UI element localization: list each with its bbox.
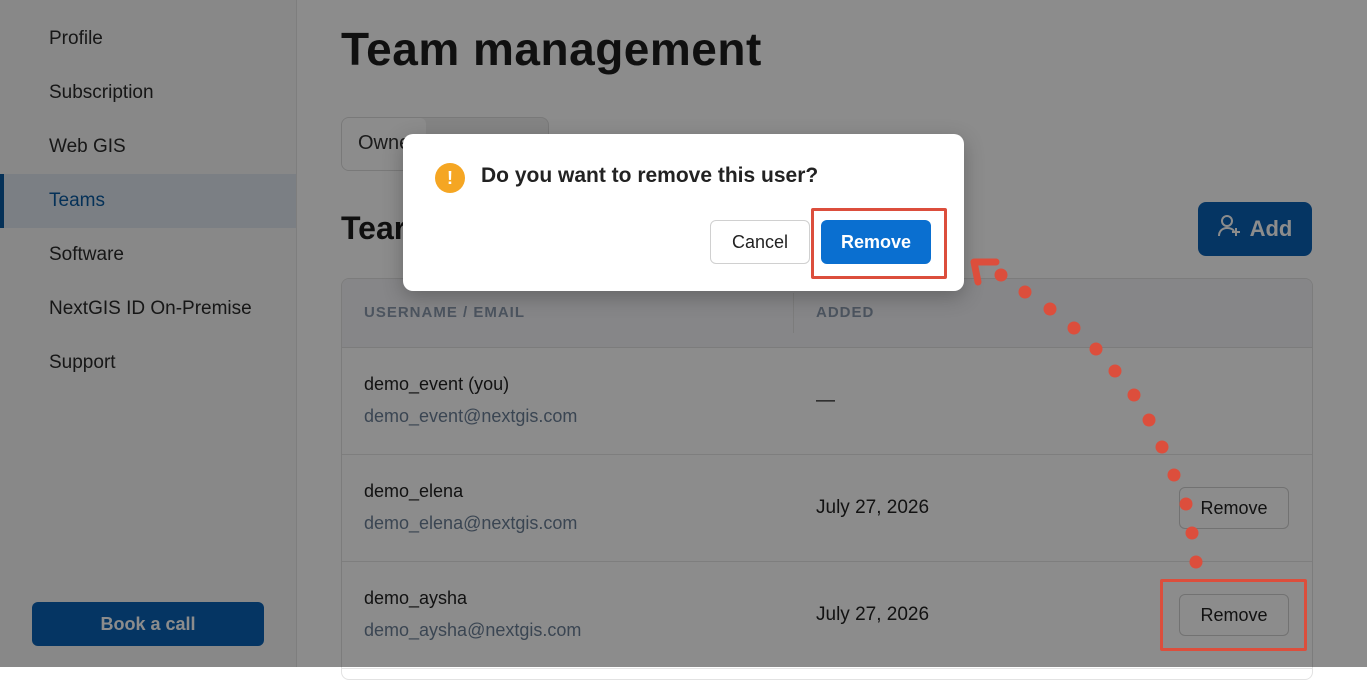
confirm-remove-button[interactable]: Remove <box>821 220 931 264</box>
dialog-message: Do you want to remove this user? <box>481 164 819 187</box>
modal-backdrop[interactable] <box>0 0 1367 667</box>
warning-icon: ! <box>435 163 465 193</box>
cancel-button[interactable]: Cancel <box>710 220 810 264</box>
confirm-remove-dialog: ! Do you want to remove this user? Cance… <box>403 134 964 291</box>
